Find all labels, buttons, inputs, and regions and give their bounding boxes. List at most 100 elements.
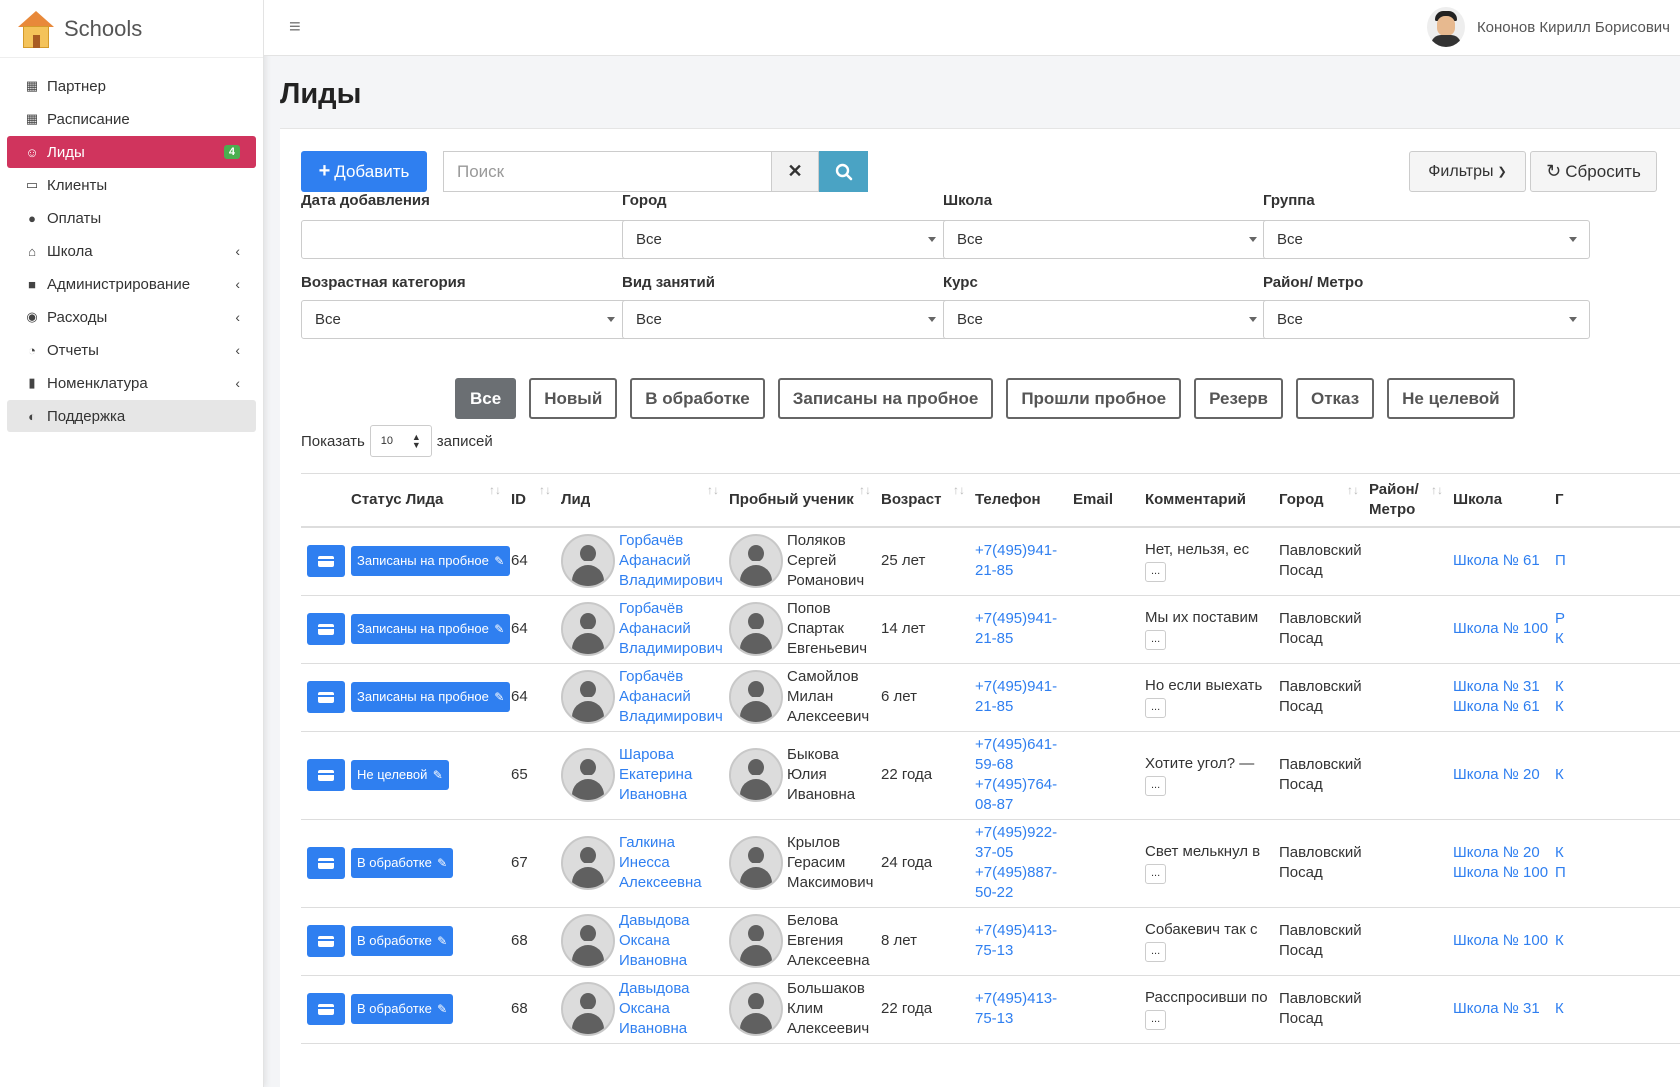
group-link[interactable]: Р (1555, 609, 1680, 629)
comment-more-button[interactable]: ... (1145, 1010, 1167, 1030)
comment-more-button[interactable]: ... (1145, 562, 1167, 583)
column-header[interactable]: Школа (1449, 473, 1551, 528)
phone-link-line[interactable]: +7(495)413- (975, 921, 1065, 941)
lead-name-line[interactable]: Оксана (619, 999, 690, 1019)
sidebar-item[interactable]: ◔ Отчеты ‹ (7, 334, 256, 366)
lead-name-line[interactable]: Ивановна (619, 951, 690, 971)
user-menu[interactable]: Кононов Кирилл Борисович (1426, 7, 1670, 47)
phone-link-line[interactable]: 59-68 (975, 755, 1065, 775)
lead-name-line[interactable]: Горбачёв (619, 531, 723, 551)
status-badge[interactable]: В обработке ✎ (351, 848, 454, 878)
lead-name-link[interactable]: Давыдова Оксана Ивановна (619, 979, 690, 1039)
sidebar-item[interactable]: ▭ Клиенты (7, 169, 256, 201)
status-tab[interactable]: Все (455, 378, 517, 419)
column-header[interactable]: Лид ↑↓ (557, 473, 725, 528)
lead-name-line[interactable]: Ивановна (619, 1019, 690, 1039)
status-badge[interactable]: В обработке ✎ (351, 994, 454, 1024)
sidebar-item[interactable]: ▦ Партнер (7, 70, 256, 102)
phone-link-line[interactable]: 75-13 (975, 941, 1065, 961)
phone-link-line[interactable]: 21-85 (975, 561, 1065, 581)
lead-name-link[interactable]: Горбачёв Афанасий Владимирович (619, 667, 723, 727)
comment-more-button[interactable]: ... (1145, 698, 1167, 718)
table-row[interactable]: В обработке ✎ 67 Галкина Инесса Алексеевна Кр… (301, 819, 1680, 908)
lead-name-line[interactable]: Афанасий (619, 551, 723, 571)
sidebar-item[interactable]: ◉ Расходы ‹ (7, 301, 256, 333)
phone-link-line[interactable]: 21-85 (975, 629, 1065, 649)
lead-name-line[interactable]: Давыдова (619, 979, 690, 999)
table-row[interactable]: Не целевой ✎ 65 Шарова Екатерина Ивановна Бык… (301, 731, 1680, 820)
school-link[interactable]: Школа № 31 (1453, 999, 1547, 1019)
lead-name-line[interactable]: Алексеевна (619, 873, 702, 893)
group-link[interactable]: К (1555, 931, 1680, 951)
open-card-button[interactable] (307, 847, 345, 879)
status-tab[interactable]: Прошли пробное (1006, 378, 1182, 419)
lead-name-line[interactable]: Галкина (619, 833, 702, 853)
status-badge[interactable]: Записаны на пробное ✎ (351, 682, 511, 712)
phone-link-line[interactable]: 21-85 (975, 697, 1065, 717)
course-filter-select[interactable]: Все (943, 300, 1270, 339)
group-link[interactable]: П (1555, 863, 1680, 883)
lead-name-line[interactable]: Оксана (619, 931, 690, 951)
phone-link-line[interactable]: +7(495)941- (975, 541, 1065, 561)
group-link[interactable]: К (1555, 677, 1680, 697)
column-header[interactable]: Район/ Метро ↑↓ (1365, 473, 1449, 528)
status-badge[interactable]: В обработке ✎ (351, 926, 454, 956)
group-link[interactable]: П (1555, 551, 1680, 571)
column-header[interactable]: Город ↑↓ (1275, 473, 1365, 528)
school-link[interactable]: Школа № 20 (1453, 843, 1547, 863)
phone-link-line[interactable]: +7(495)941- (975, 609, 1065, 629)
column-header[interactable]: Г (1551, 473, 1680, 528)
open-card-button[interactable] (307, 681, 345, 713)
lead-name-line[interactable]: Инесса (619, 853, 702, 873)
lead-name-line[interactable]: Владимирович (619, 639, 723, 659)
status-tab[interactable]: Записаны на пробное (777, 378, 994, 419)
column-header[interactable]: Статус Лида ↑↓ (347, 473, 507, 528)
lead-name-line[interactable]: Горбачёв (619, 599, 723, 619)
school-link[interactable]: Школа № 100 (1453, 863, 1548, 883)
phone-link-line[interactable]: +7(495)641- (975, 735, 1065, 755)
sidebar-item[interactable]: ⌂ Школа ‹ (7, 235, 256, 267)
status-badge[interactable]: Записаны на пробное ✎ (351, 546, 511, 577)
lead-name-link[interactable]: Давыдова Оксана Ивановна (619, 911, 690, 971)
sidebar-item[interactable]: ● Оплаты (7, 202, 256, 234)
phone-link-line[interactable]: 75-13 (975, 1009, 1065, 1029)
comment-more-button[interactable]: ... (1145, 942, 1167, 962)
clear-search-button[interactable]: ✕ (771, 151, 819, 192)
group-link[interactable]: К (1555, 843, 1680, 863)
page-size-select[interactable]: 10 ▲ ▼ (369, 425, 432, 457)
date-filter-input[interactable] (301, 220, 628, 259)
lead-name-link[interactable]: Галкина Инесса Алексеевна (619, 833, 702, 893)
open-card-button[interactable] (307, 925, 345, 957)
lead-name-line[interactable]: Афанасий (619, 687, 723, 707)
table-row[interactable]: В обработке ✎ 68 Давыдова Оксана Ивановна Бел… (301, 907, 1680, 976)
lead-name-line[interactable]: Афанасий (619, 619, 723, 639)
open-card-button[interactable] (307, 759, 345, 791)
lead-name-link[interactable]: Шарова Екатерина Ивановна (619, 745, 692, 805)
status-tab[interactable]: Резерв (1194, 378, 1283, 419)
school-link[interactable]: Школа № 100 (1453, 619, 1548, 639)
lead-name-line[interactable]: Екатерина (619, 765, 692, 785)
phone-link-line[interactable]: +7(495)922- (975, 823, 1065, 843)
sidebar-item[interactable]: ◐ Поддержка (7, 400, 256, 432)
table-row[interactable]: В обработке ✎ 68 Давыдова Оксана Ивановна Бол… (301, 975, 1680, 1044)
hamburger-menu-icon[interactable]: ≡ (289, 16, 301, 39)
table-row[interactable]: Записаны на пробное ✎ 64 Горбачёв Афанасий В… (301, 663, 1680, 732)
brand[interactable]: Schools (0, 0, 263, 58)
phone-link-line[interactable]: 50-22 (975, 883, 1065, 903)
lead-name-line[interactable]: Давыдова (619, 911, 690, 931)
comment-more-button[interactable]: ... (1145, 776, 1167, 796)
lead-name-line[interactable]: Горбачёв (619, 667, 723, 687)
group-link[interactable]: К (1555, 765, 1680, 785)
status-tab[interactable]: Отказ (1295, 378, 1375, 419)
school-link[interactable]: Школа № 61 (1453, 551, 1547, 571)
lead-name-line[interactable]: Владимирович (619, 707, 723, 727)
sidebar-item[interactable]: ☺ Лиды 4 (7, 136, 256, 168)
phone-link-line[interactable]: +7(495)887- (975, 863, 1065, 883)
lead-name-link[interactable]: Горбачёв Афанасий Владимирович (619, 531, 723, 591)
kind-filter-select[interactable]: Все (622, 300, 949, 339)
comment-more-button[interactable]: ... (1145, 630, 1167, 650)
city-filter-select[interactable]: Все (622, 220, 949, 259)
status-badge[interactable]: Не целевой ✎ (351, 760, 449, 790)
lead-name-line[interactable]: Шарова (619, 745, 692, 765)
column-header[interactable]: Возраст ↑↓ (877, 473, 971, 528)
